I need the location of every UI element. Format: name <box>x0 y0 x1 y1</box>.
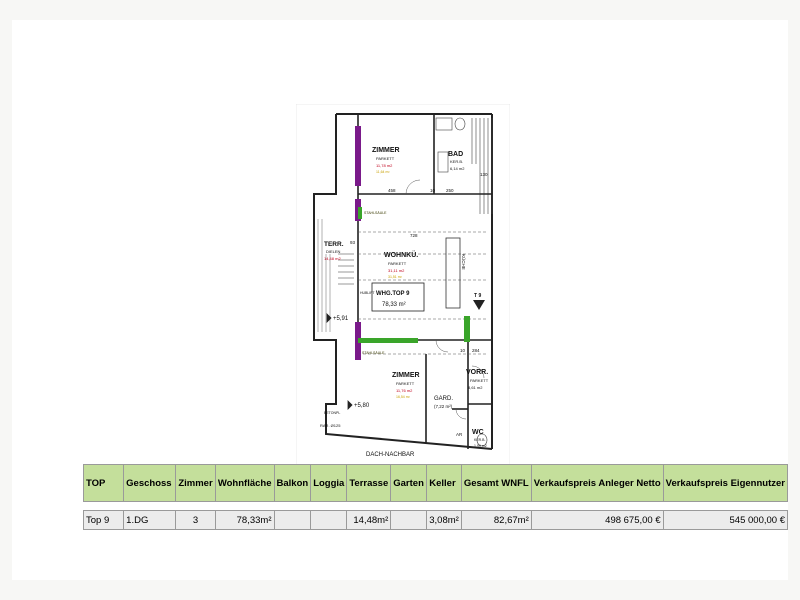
col-header: Loggia <box>310 464 348 502</box>
table-row: Top 9 1.DG 3 78,33m² 14,48m² 3,08m² 82,6… <box>82 510 789 530</box>
document-page: ZIMMER PARKETT 11,78 m2 11,64 m² BAD KER… <box>12 20 789 580</box>
cell-eigennutzer: 545 000,00 € <box>662 510 789 530</box>
col-header: Wohnfläche <box>214 464 275 502</box>
room-area: 11,76 m2 <box>396 388 413 393</box>
room-area: 31,11 m2 <box>388 268 405 273</box>
room-floor: PARKETT <box>396 381 415 386</box>
col-header: Garten <box>390 464 428 502</box>
room-area: (7,22 m²) <box>434 404 453 409</box>
dim-130: 130 <box>480 172 488 177</box>
stahlsaeule-lower: STAHLSÄULE <box>362 351 385 355</box>
table-header-row: TOP Geschoss Zimmer Wohnfläche Balkon Lo… <box>82 464 789 502</box>
level-lower: +5,80 <box>354 403 370 409</box>
room-floor: DIELEN <box>326 249 341 254</box>
dim-10a: 10 <box>430 188 436 193</box>
col-header: Zimmer <box>175 464 216 502</box>
unit-title: WHG.TOP 9 <box>376 291 410 297</box>
room-area-alt: 16,54 m² <box>396 395 411 399</box>
cell-terrasse: 14,48m² <box>346 510 392 530</box>
price-table: TOP Geschoss Zimmer Wohnfläche Balkon Lo… <box>82 464 789 530</box>
col-header: Verkaufspreis Eigennutzer <box>662 464 789 502</box>
dim-458: 458 <box>388 188 396 193</box>
cell-anleger: 498 675,00 € <box>530 510 664 530</box>
room-floor: PARKETT <box>376 156 395 161</box>
room-area: 8,61 m2 <box>468 385 483 390</box>
room-ar: AR <box>456 432 463 437</box>
dim-250: 250 <box>446 188 454 193</box>
room-name: WOHNKÜ. <box>384 250 418 259</box>
room-name: TERR. <box>324 241 344 248</box>
room-area: 6,14 m2 <box>450 166 465 171</box>
col-header: Verkaufspreis Anleger Netto <box>530 464 664 502</box>
room-floor: KER.B. <box>450 159 463 164</box>
stahlsaeule-upper: STAHLSÄULE <box>364 211 387 215</box>
hublift-label: HUBLIFT <box>360 291 375 295</box>
room-floor: PARKETT <box>470 378 489 383</box>
dim-284: 284 <box>472 348 480 353</box>
room-area-alt: 31,51 m² <box>388 275 403 279</box>
room-floor: PARKETT <box>388 261 407 266</box>
room-name: VORR. <box>466 369 488 376</box>
betonpl-label: BETONPL <box>324 411 340 415</box>
col-header: TOP <box>82 464 125 502</box>
room-name: BAD <box>448 151 463 158</box>
cell-keller: 3,08m² <box>426 510 462 530</box>
kueche-label: KÜCHE <box>461 254 467 270</box>
room-area: 1,99 m2 <box>474 444 487 448</box>
dim-728: 728 <box>410 233 418 238</box>
cell-geschoss: 1.DG <box>123 510 177 530</box>
rar-label: RAR. Ø125 <box>320 423 341 428</box>
room-area: 14,48 m2 <box>324 256 341 261</box>
room-floor: KER.B. <box>474 438 486 442</box>
col-header: Balkon <box>273 464 312 502</box>
cell-loggia <box>310 510 348 530</box>
col-header: Terrasse <box>346 464 392 502</box>
col-header: Geschoss <box>123 464 177 502</box>
cell-top: Top 9 <box>82 510 125 530</box>
col-header: Gesamt WNFL <box>460 464 532 502</box>
room-name: GARD. <box>434 396 453 402</box>
room-bad: BAD KER.B. 6,14 m2 <box>448 151 465 171</box>
cell-zimmer: 3 <box>175 510 216 530</box>
unit-area: 78,33 m² <box>382 302 406 308</box>
table-spacer-row <box>83 501 788 511</box>
room-area: 11,78 m2 <box>376 163 393 168</box>
top-marker-label: T 9 <box>474 293 481 299</box>
dach-nachbar-label: DACH-NACHBAR <box>366 452 415 458</box>
room-name: ZIMMER <box>372 147 400 154</box>
room-name: WC <box>472 429 484 436</box>
cell-garten <box>390 510 428 530</box>
room-name: ZIMMER <box>392 372 420 379</box>
dim-93: 93 <box>350 240 356 245</box>
cell-balkon <box>273 510 312 530</box>
floor-plan: ZIMMER PARKETT 11,78 m2 11,64 m² BAD KER… <box>296 104 510 474</box>
cell-gesamt: 82,67m² <box>460 510 532 530</box>
dim-10b: 10 <box>460 348 466 353</box>
cell-wohnflaeche: 78,33m² <box>214 510 275 530</box>
room-area-alt: 11,64 m² <box>376 170 390 174</box>
col-header: Keller <box>426 464 462 502</box>
level-upper: +5,91 <box>333 316 349 322</box>
